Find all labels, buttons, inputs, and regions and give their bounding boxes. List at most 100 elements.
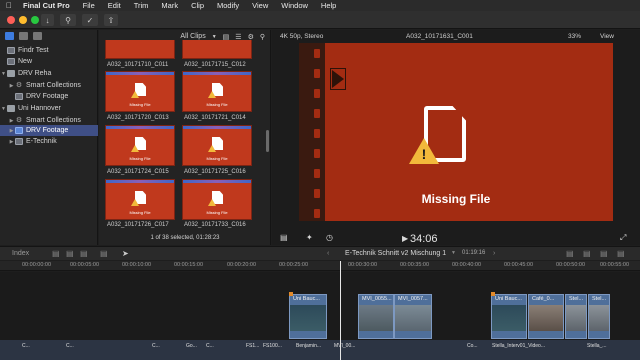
timeline-settings-icon[interactable]: ▤ <box>617 249 625 258</box>
timeline-clip[interactable]: MVI_0055... <box>358 294 394 339</box>
missing-file-label: Missing File <box>206 102 228 107</box>
import-media-button[interactable]: ↓ <box>41 14 54 26</box>
apple-icon[interactable]:  <box>6 1 15 10</box>
sidebar-item-new[interactable]: New <box>0 56 98 67</box>
storyline-clip-label[interactable]: FS1... <box>246 343 259 349</box>
storyline-clip-label[interactable]: C... <box>22 343 30 349</box>
clip-thumbnail[interactable]: Missing File <box>105 71 175 112</box>
storyline-clip-label[interactable]: C... <box>66 343 74 349</box>
insert-icon[interactable]: ▤ <box>66 249 74 258</box>
close-window-button[interactable] <box>7 16 15 24</box>
disclosure-triangle-icon[interactable]: ▼ <box>0 106 7 112</box>
fullscreen-icon[interactable]: ⤢ <box>620 233 626 243</box>
forward-arrow-icon[interactable]: › <box>493 250 495 257</box>
menu-file[interactable]: File <box>83 1 95 10</box>
storyline-clip-label[interactable]: Go... <box>186 343 197 349</box>
play-icon[interactable]: ▶ <box>402 234 408 243</box>
storyline-clip-label[interactable]: Benjamin... <box>296 343 321 349</box>
view-menu[interactable]: View <box>600 33 614 40</box>
playhead[interactable] <box>340 261 341 360</box>
menu-window[interactable]: Window <box>281 1 308 10</box>
back-arrow-icon[interactable]: ‹ <box>327 250 329 257</box>
clip-thumbnail[interactable]: Missing File <box>182 125 252 166</box>
minimize-window-button[interactable] <box>19 16 27 24</box>
marker[interactable] <box>491 292 495 296</box>
timeline-ruler[interactable]: 00:00:00:00 00:00:05:00 00:00:10:00 00:0… <box>0 261 640 271</box>
sidebar-item-findr-test[interactable]: Findr Test <box>0 45 98 56</box>
disclosure-triangle-icon[interactable]: ▼ <box>0 71 7 77</box>
menu-modify[interactable]: Modify <box>217 1 239 10</box>
solo-icon[interactable]: ▤ <box>583 249 591 258</box>
storyline-clip-label[interactable]: Co... <box>467 343 478 349</box>
menu-app[interactable]: Final Cut Pro <box>23 1 70 10</box>
disclosure-triangle-icon[interactable]: ▶ <box>8 83 15 89</box>
smart-collection-icon: ⚙ <box>15 116 23 124</box>
timeline-clip[interactable]: Uni Bauc... <box>491 294 527 339</box>
zoom-menu[interactable]: 33% <box>568 33 581 40</box>
disclosure-triangle-icon[interactable]: ▶ <box>8 139 15 145</box>
storyline-clip-label[interactable]: C... <box>206 343 214 349</box>
clip-thumbnail[interactable]: Missing File <box>182 71 252 112</box>
clip-thumbnail[interactable] <box>182 40 252 59</box>
sidebar-item-uni-hannover[interactable]: ▼ Uni Hannover <box>0 103 98 114</box>
sidebar-item-label: Smart Collections <box>26 117 81 124</box>
timeline-clip[interactable]: Café_0... <box>528 294 564 339</box>
append-icon[interactable]: ▤ <box>80 249 88 258</box>
background-tasks-button[interactable]: ✓ <box>82 14 98 26</box>
speed-icon[interactable]: ◷ <box>326 233 333 242</box>
timeline-clip[interactable]: MVI_0057... <box>394 294 432 339</box>
search-icon[interactable]: ⚲ <box>260 33 265 41</box>
clip-name: A032_10171720_C013 <box>107 115 169 121</box>
menu-mark[interactable]: Mark <box>161 1 178 10</box>
clip-name: A032_10171721_C014 <box>184 115 246 121</box>
clip-thumbnail[interactable]: Missing File <box>105 125 175 166</box>
sidebar-item-drv-reha[interactable]: ▼ DRV Reha <box>0 68 98 79</box>
clip-thumbnail[interactable]: Missing File <box>182 179 252 220</box>
zoom-window-button[interactable] <box>31 16 39 24</box>
storyline-clip-label[interactable]: MVI_00... <box>334 343 355 349</box>
crop-tools-icon[interactable]: ✦ <box>306 233 313 242</box>
share-button[interactable]: ⇧ <box>104 14 118 26</box>
sidebar-item-drv-footage-selected[interactable]: ▶ DRV Footage <box>0 125 98 136</box>
menu-edit[interactable]: Edit <box>108 1 121 10</box>
clip-thumbnail[interactable]: Missing File <box>105 179 175 220</box>
project-title[interactable]: E-Technik Schnitt v2 Mischung 1 <box>345 250 446 257</box>
viewer-controls: ▤ ✦ ◷ ▶ 34:06 ⤢ <box>272 233 640 245</box>
keywords-button[interactable]: ⚲ <box>60 14 76 26</box>
storyline-clip-label[interactable]: FS100... <box>263 343 282 349</box>
timeline-index-button[interactable]: Index <box>12 250 29 257</box>
timecode-display[interactable]: 34:06 <box>410 233 438 245</box>
clip-appearance-icon[interactable]: ▤ <box>52 249 60 258</box>
disclosure-triangle-icon[interactable]: ▶ <box>8 118 15 124</box>
snapping-icon[interactable]: ▤ <box>600 249 608 258</box>
marker[interactable] <box>289 292 293 296</box>
menu-view[interactable]: View <box>252 1 268 10</box>
select-tool-icon[interactable]: ➤ <box>122 249 129 258</box>
storyline-clip-label[interactable]: C... <box>152 343 160 349</box>
menu-trim[interactable]: Trim <box>134 1 149 10</box>
warning-icon <box>208 91 216 98</box>
storyline-clip-label[interactable]: Stella_Interv01_Video... <box>492 343 545 349</box>
transform-icon[interactable]: ▤ <box>280 233 288 242</box>
viewer: 4K 50p, Stereo A032_10171631_C001 33% Vi… <box>272 30 640 245</box>
browser-scrollbar[interactable] <box>266 130 269 152</box>
menu-clip[interactable]: Clip <box>191 1 204 10</box>
audio-skimming-icon[interactable]: ▤ <box>566 249 574 258</box>
sidebar-item-e-technik[interactable]: ▶ E-Technik <box>0 136 98 147</box>
menu-help[interactable]: Help <box>321 1 336 10</box>
clip-thumbnail[interactable] <box>105 40 175 59</box>
missing-file-label: Missing File <box>129 156 151 161</box>
storyline-clip-label[interactable]: Stella_... <box>587 343 606 349</box>
libraries-tab-icon[interactable] <box>5 32 14 40</box>
sidebar-item-smart-collections[interactable]: ▶ ⚙ Smart Collections <box>0 80 98 91</box>
titles-tab-icon[interactable] <box>33 32 42 40</box>
timeline-clip[interactable]: Uni Bauc... <box>289 294 327 339</box>
timeline-clip[interactable]: Stel... <box>565 294 587 339</box>
disclosure-triangle-icon[interactable]: ▶ <box>8 128 15 134</box>
sidebar-item-label: E-Technik <box>26 138 57 145</box>
overwrite-icon[interactable]: ▤ <box>100 249 108 258</box>
sidebar-item-drv-footage[interactable]: DRV Footage <box>0 91 98 102</box>
clip-filter-menu[interactable]: All Clips <box>180 33 205 40</box>
photos-tab-icon[interactable] <box>19 32 28 40</box>
timeline-clip[interactable]: Stel... <box>588 294 610 339</box>
